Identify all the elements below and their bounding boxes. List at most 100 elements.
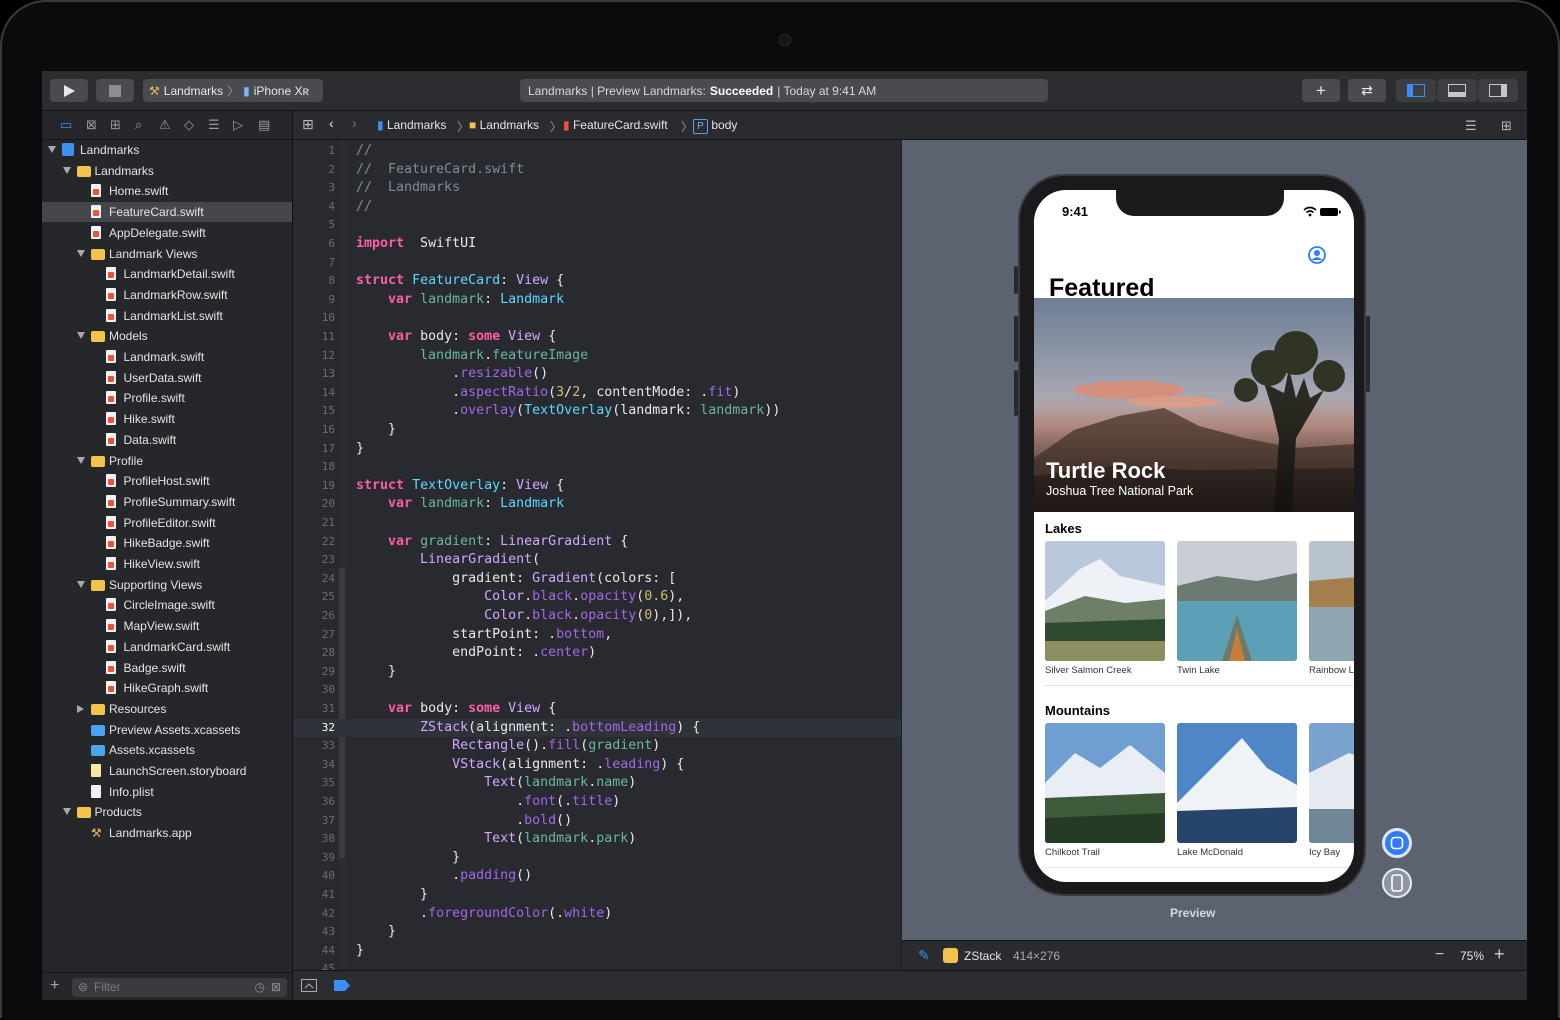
live-preview-button[interactable]	[1382, 828, 1412, 858]
navigator-item[interactable]: Profile.swift	[42, 388, 292, 408]
navigator-item[interactable]: HikeBadge.swift	[42, 533, 292, 553]
disclosure-open-icon[interactable]	[77, 580, 85, 588]
code-review-button[interactable]: ⇄	[1348, 79, 1386, 102]
navigator-item[interactable]: Products	[42, 802, 292, 822]
navigator-item[interactable]: CircleImage.swift	[42, 595, 292, 615]
navigator-item[interactable]: ⚒ Landmarks.app	[42, 823, 292, 843]
navigator-item[interactable]: MapView.swift	[42, 616, 292, 636]
search-icon[interactable]: ⌕	[135, 117, 142, 133]
code-line[interactable]: var landmark: Landmark	[356, 291, 564, 310]
breakpoints-toggle-icon[interactable]	[334, 980, 350, 991]
navigator-item[interactable]: LandmarkDetail.swift	[42, 264, 292, 284]
code-line[interactable]: ZStack(alignment: .bottomLeading) {	[356, 719, 700, 738]
navigator-item[interactable]: AppDelegate.swift	[42, 223, 292, 243]
test-diamond-icon[interactable]: ◇	[184, 117, 194, 133]
category-item-image[interactable]	[1177, 541, 1297, 661]
navigator-item[interactable]: ProfileSummary.swift	[42, 492, 292, 512]
disclosure-open-icon[interactable]	[48, 146, 56, 153]
code-line[interactable]: }	[356, 849, 460, 868]
source-control-icon[interactable]: ⊠	[86, 117, 97, 133]
code-line[interactable]: .foregroundColor(.white)	[356, 905, 612, 924]
navigator-item[interactable]: Landmarks	[42, 161, 292, 181]
category-item-image[interactable]	[1045, 723, 1165, 843]
scheme-selector[interactable]: ⚒ Landmarks 〉 ▮ iPhone Xʀ	[143, 79, 323, 102]
profile-icon[interactable]	[1307, 245, 1327, 265]
code-line[interactable]: .overlay(TextOverlay(landmark: landmark)…	[356, 402, 780, 421]
zoom-level[interactable]: 75%	[1460, 949, 1484, 963]
navigator-item[interactable]: HikeView.swift	[42, 554, 292, 574]
disclosure-open-icon[interactable]	[77, 332, 85, 340]
library-button[interactable]: +	[1302, 79, 1340, 102]
code-line[interactable]: //	[356, 198, 372, 217]
warning-icon[interactable]: ⚠	[159, 117, 171, 133]
code-line[interactable]: var gradient: LinearGradient {	[356, 533, 628, 552]
code-line[interactable]: LinearGradient(	[356, 551, 540, 570]
navigator-item[interactable]: LandmarkRow.swift	[42, 285, 292, 305]
navigator-item[interactable]: FeatureCard.swift	[42, 202, 292, 223]
code-line[interactable]: .resizable()	[356, 365, 548, 384]
stop-button[interactable]	[96, 79, 134, 102]
navigator-item[interactable]: Models	[42, 326, 292, 346]
zoom-out-icon[interactable]: −	[1435, 946, 1444, 964]
navigator-item[interactable]: ProfileHost.swift	[42, 471, 292, 491]
code-line[interactable]: }	[356, 942, 364, 961]
code-line[interactable]: }	[356, 886, 428, 905]
disclosure-open-icon[interactable]	[77, 249, 85, 257]
preview-on-device-button[interactable]	[1382, 868, 1412, 898]
disclosure-open-icon[interactable]	[62, 808, 71, 816]
run-button[interactable]	[50, 79, 88, 102]
disclosure-open-icon[interactable]	[77, 456, 85, 464]
selected-view-name[interactable]: ZStack	[964, 949, 1001, 963]
code-line[interactable]: landmark.featureImage	[356, 347, 588, 366]
navigator-item[interactable]: Badge.swift	[42, 658, 292, 678]
navigator-item[interactable]: LaunchScreen.storyboard	[42, 761, 292, 781]
navigator-item[interactable]: Home.swift	[42, 181, 292, 201]
navigator-item[interactable]: Profile	[42, 451, 292, 471]
code-line[interactable]: .aspectRatio(3/2, contentMode: .fit)	[356, 384, 740, 403]
disclosure-open-icon[interactable]	[62, 166, 71, 174]
hide-debug-area-icon[interactable]	[301, 979, 317, 992]
code-line[interactable]: VStack(alignment: .leading) {	[356, 756, 684, 775]
jump-symbol[interactable]: P body	[693, 118, 737, 134]
hierarchy-icon[interactable]: ⊞	[110, 117, 121, 133]
report-icon[interactable]: ▤	[258, 117, 270, 133]
jump-file[interactable]: ▮ FeatureCard.swift	[563, 118, 668, 132]
navigator-item[interactable]: LandmarkList.swift	[42, 306, 292, 326]
code-line[interactable]: }	[356, 923, 396, 942]
navigator-item[interactable]: UserData.swift	[42, 368, 292, 388]
code-line[interactable]: // Landmarks	[356, 179, 460, 198]
category-item-image[interactable]	[1177, 723, 1297, 843]
code-line[interactable]: endPoint: .center)	[356, 644, 596, 663]
navigator-item[interactable]: Landmark.swift	[42, 347, 292, 367]
code-line[interactable]: Color.black.opacity(0.6),	[356, 588, 684, 607]
navigator-item[interactable]: Resources	[42, 699, 292, 719]
debug-list-icon[interactable]: ☰	[208, 117, 220, 133]
navigator-item[interactable]: HikeGraph.swift	[42, 678, 292, 698]
category-item-image[interactable]	[1309, 723, 1354, 843]
jump-group[interactable]: ■ Landmarks	[469, 118, 539, 132]
pin-icon[interactable]: ✎	[918, 947, 930, 964]
navigator-item[interactable]: Preview Assets.xcassets	[42, 720, 292, 740]
code-line[interactable]: Color.black.opacity(0),]),	[356, 607, 692, 626]
toggle-navigator-button[interactable]	[1396, 79, 1436, 102]
navigator-item[interactable]: Assets.xcassets	[42, 740, 292, 760]
code-line[interactable]: startPoint: .bottom,	[356, 626, 612, 645]
folder-icon[interactable]: ▭	[60, 117, 72, 133]
forward-icon[interactable]: ›	[352, 115, 357, 131]
code-line[interactable]: }	[356, 663, 396, 682]
navigator-item[interactable]: Hike.swift	[42, 409, 292, 429]
code-line[interactable]: gradient: Gradient(colors: [	[356, 570, 676, 589]
navigator-item[interactable]: Supporting Views	[42, 575, 292, 595]
related-items-icon[interactable]: ⊞	[302, 116, 314, 133]
add-editor-icon[interactable]: ⊞	[1501, 118, 1512, 134]
code-line[interactable]: .bold()	[356, 812, 572, 831]
code-line[interactable]: //	[356, 142, 372, 161]
jump-project[interactable]: ▮ Landmarks	[377, 118, 446, 132]
editor-options-icon[interactable]: ☰	[1465, 118, 1477, 134]
category-item-image[interactable]	[1045, 541, 1165, 661]
breakpoint-icon[interactable]: ▷	[233, 117, 243, 133]
code-line[interactable]: .padding()	[356, 867, 532, 886]
navigator-item[interactable]: Info.plist	[42, 782, 292, 802]
code-line[interactable]: Rectangle().fill(gradient)	[356, 737, 660, 756]
navigator-item[interactable]: LandmarkCard.swift	[42, 637, 292, 657]
